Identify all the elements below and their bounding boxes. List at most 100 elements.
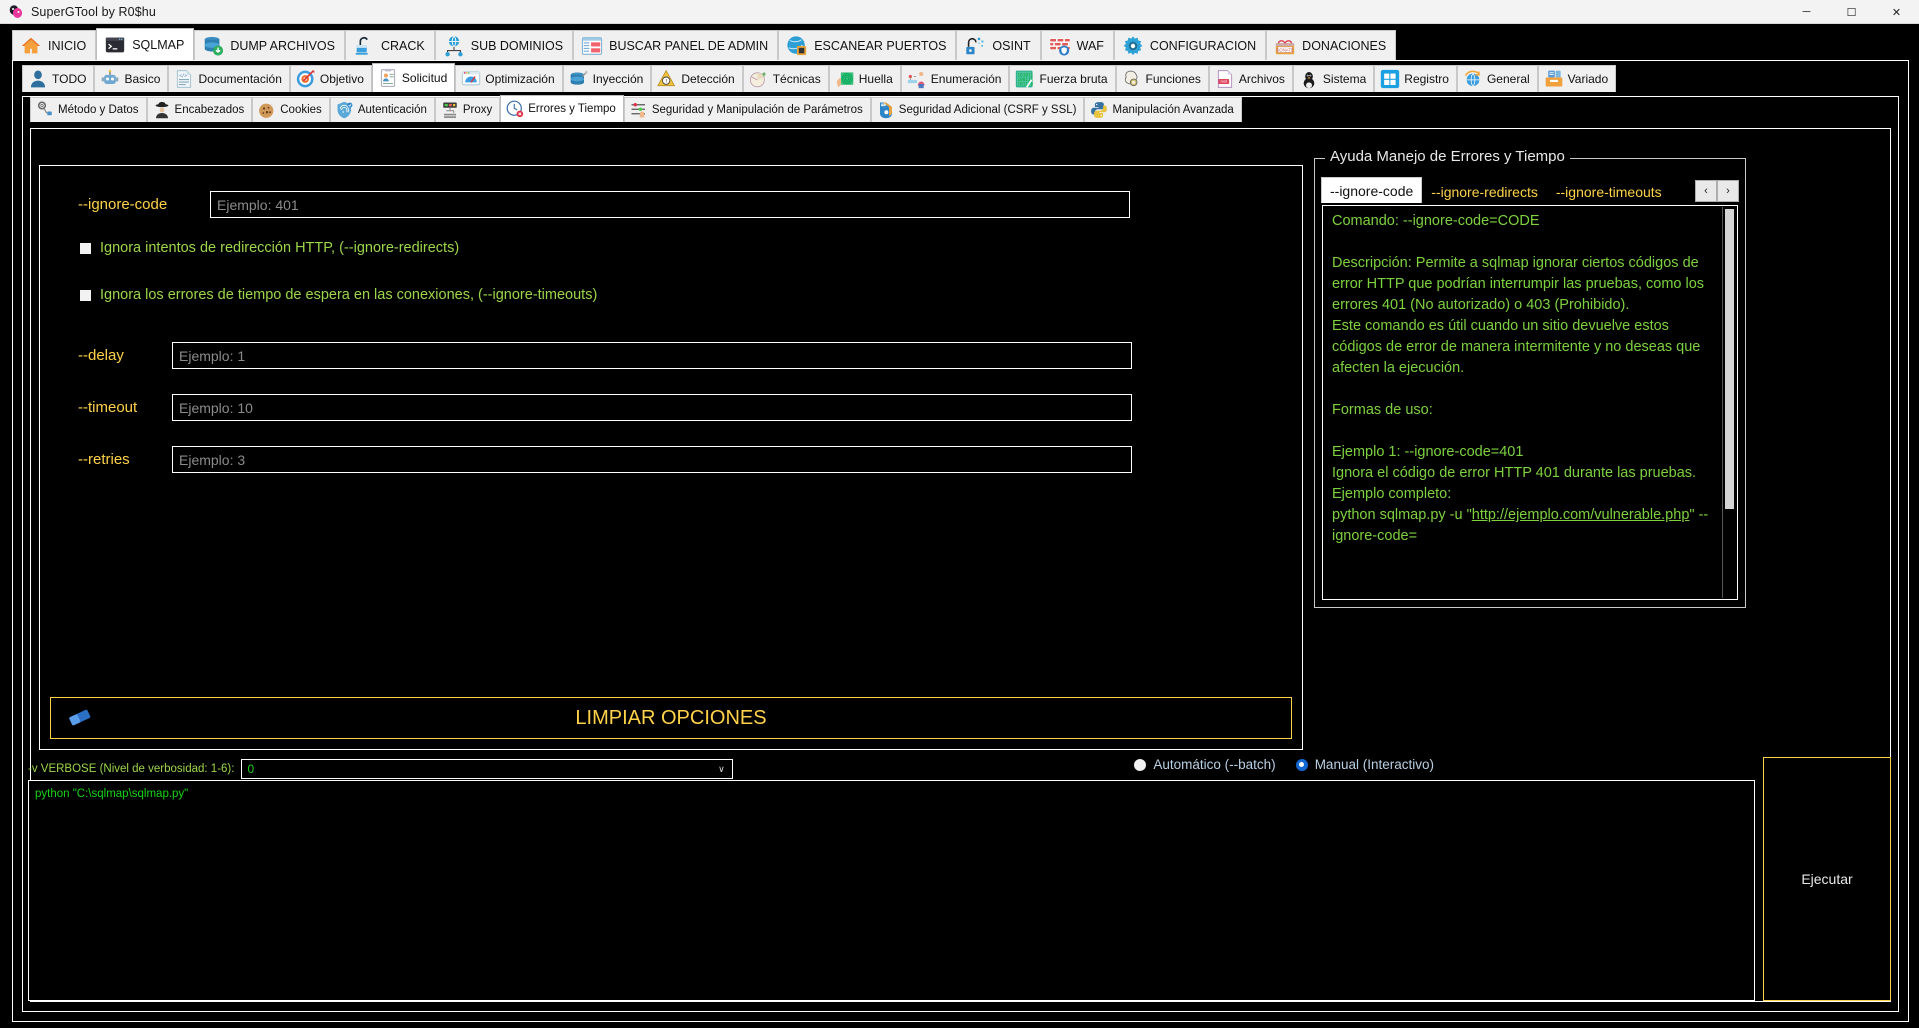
close-button[interactable]: ✕ bbox=[1874, 0, 1919, 24]
tab-sqlmap[interactable]: SQLMAP bbox=[96, 28, 195, 60]
tab-optimizacion[interactable]: Optimización bbox=[455, 65, 563, 92]
document-code-icon: </> bbox=[174, 69, 194, 89]
tab-general[interactable]: General bbox=[1456, 65, 1538, 92]
tab-label: Archivos bbox=[1238, 72, 1285, 86]
subtab-errores-y-tiempo[interactable]: Errores y Tiempo bbox=[500, 95, 624, 122]
tab-fuerza-bruta[interactable]: 101011 100111 101110 Fuerza bruta bbox=[1009, 65, 1116, 92]
chevron-down-icon[interactable]: ∨ bbox=[713, 760, 729, 778]
tab-label: DONACIONES bbox=[1302, 38, 1387, 53]
subtab-manipulacion-avanzada[interactable]: Manipulación Avanzada bbox=[1084, 97, 1242, 122]
clear-options-button[interactable]: LIMPIAR OPCIONES bbox=[50, 697, 1292, 739]
subtab-label: Método y Datos bbox=[58, 104, 139, 116]
app-icon bbox=[8, 4, 24, 20]
radio-automatico-batch[interactable]: Automático (--batch) bbox=[1134, 757, 1276, 772]
tab-tecnicas[interactable]: Técnicas bbox=[742, 65, 829, 92]
help-tab-scroll-next[interactable]: › bbox=[1717, 180, 1739, 202]
help-example-url-link[interactable]: http://ejemplo.com/vulnerable.php bbox=[1472, 507, 1690, 523]
help-text-body: Comando: --ignore-code=CODE Descripción:… bbox=[1323, 206, 1737, 552]
retries-input[interactable] bbox=[172, 446, 1132, 473]
verbose-level-select[interactable]: 0 ∨ bbox=[241, 759, 734, 779]
tab-dump-archivos[interactable]: DUMP ARCHIVOS bbox=[194, 30, 345, 60]
tab-donaciones[interactable]: DONATE DONACIONES bbox=[1266, 30, 1397, 60]
fingerprint-icon bbox=[835, 69, 855, 89]
gear-link-icon bbox=[36, 101, 54, 119]
timeout-input[interactable] bbox=[172, 394, 1132, 421]
subtab-metodo-y-datos[interactable]: Método y Datos bbox=[30, 97, 147, 122]
tab-label: Objetivo bbox=[319, 72, 364, 86]
tab-label: CRACK bbox=[380, 38, 425, 53]
ignore-redirects-checkbox-row[interactable]: Ignora intentos de redirección HTTP, (--… bbox=[80, 240, 459, 256]
cookie-icon bbox=[258, 101, 276, 119]
ignore-redirects-label: Ignora intentos de redirección HTTP, (--… bbox=[100, 240, 460, 256]
maximize-button[interactable]: ☐ bbox=[1829, 0, 1874, 24]
root-file-icon: root bbox=[1215, 69, 1235, 89]
ignore-timeouts-checkbox[interactable] bbox=[80, 289, 91, 301]
tab-inyeccion[interactable]: Inyección bbox=[562, 65, 652, 92]
ignore-timeouts-checkbox-row[interactable]: Ignora los errores de tiempo de espera e… bbox=[80, 287, 597, 303]
tab-objetivo[interactable]: Objetivo bbox=[289, 65, 372, 92]
sub-tabstrip: Método y Datos Encabezados Cookies Auten… bbox=[0, 92, 1919, 122]
clear-options-label: LIMPIAR OPCIONES bbox=[575, 706, 767, 729]
eraser-icon bbox=[59, 707, 101, 729]
execute-button[interactable]: Ejecutar bbox=[1763, 757, 1891, 1001]
tab-sistema[interactable]: Sistema bbox=[1292, 65, 1375, 92]
help-tab-ignore-code[interactable]: --ignore-code bbox=[1321, 177, 1423, 203]
subtab-seguridad-adicional[interactable]: SSL Seguridad Adicional (CSRF y SSL) bbox=[870, 97, 1085, 122]
ignore-code-row: --ignore-code bbox=[78, 191, 1130, 218]
help-scrollbar[interactable] bbox=[1722, 207, 1736, 598]
help-tab-ignore-timeouts[interactable]: --ignore-timeouts bbox=[1546, 180, 1671, 203]
tab-todo[interactable]: TODO bbox=[22, 65, 95, 92]
tab-label: Optimización bbox=[485, 72, 555, 86]
tab-solicitud[interactable]: Solicitud bbox=[371, 63, 456, 92]
verbose-bar: -v VERBOSE (Nivel de verbosidad: 1-6): 0… bbox=[28, 757, 1890, 781]
tab-variado[interactable]: Variado bbox=[1537, 65, 1617, 92]
tab-osint[interactable]: OSINT bbox=[956, 30, 1041, 60]
windows-icon bbox=[1380, 69, 1400, 89]
tab-basico[interactable]: Basico bbox=[94, 65, 169, 92]
ignore-code-input[interactable] bbox=[210, 191, 1130, 218]
tab-crack[interactable]: CRACK bbox=[344, 30, 435, 60]
ignore-redirects-checkbox[interactable] bbox=[80, 242, 91, 254]
help-tab-ignore-redirects[interactable]: --ignore-redirects bbox=[1422, 180, 1547, 203]
database-download-icon bbox=[202, 35, 224, 57]
help-tabstrip: --ignore-code --ignore-redirects --ignor… bbox=[1321, 177, 1739, 203]
tab-configuracion[interactable]: CONFIGURACION bbox=[1113, 30, 1267, 60]
proxy-server-icon bbox=[441, 101, 459, 119]
tab-enumeracion[interactable]: Enumeración bbox=[900, 65, 1010, 92]
subtab-proxy[interactable]: Proxy bbox=[434, 97, 501, 122]
tab-registro[interactable]: Registro bbox=[1374, 65, 1457, 92]
tab-huella[interactable]: Huella bbox=[828, 65, 901, 92]
delay-input[interactable] bbox=[172, 342, 1132, 369]
tab-documentacion[interactable]: </> Documentación bbox=[168, 65, 290, 92]
help-scrollbar-thumb[interactable] bbox=[1725, 209, 1734, 509]
globe-network-icon bbox=[443, 35, 465, 57]
minimize-button[interactable]: ─ bbox=[1784, 0, 1829, 24]
subtab-label: Encabezados bbox=[174, 104, 245, 116]
tab-label: ESCANEAR PUERTOS bbox=[814, 38, 947, 53]
subtab-cookies[interactable]: Cookies bbox=[252, 97, 330, 122]
subtab-label: Proxy bbox=[462, 104, 493, 116]
linux-penguin-icon bbox=[1299, 69, 1319, 89]
tab-label: Solicitud bbox=[401, 71, 448, 85]
help-tab-label: --ignore-redirects bbox=[1431, 183, 1538, 200]
terminal-icon bbox=[104, 34, 126, 56]
tab-label: TODO bbox=[52, 72, 87, 86]
command-console[interactable]: python "C:\sqlmap\sqlmap.py" bbox=[28, 780, 1755, 1001]
subtab-seguridad-manipulacion-parametros[interactable]: Seguridad y Manipulación de Parámetros bbox=[623, 97, 871, 122]
globe-refresh-icon bbox=[1463, 69, 1483, 89]
tab-label: Funciones bbox=[1145, 72, 1201, 86]
radio-manual-interactivo[interactable]: Manual (Interactivo) bbox=[1295, 757, 1434, 772]
subtab-autenticacion[interactable]: Autenticación bbox=[329, 97, 435, 122]
help-tab-scroll-prev[interactable]: ‹ bbox=[1695, 180, 1717, 202]
tab-inicio[interactable]: INICIO bbox=[12, 30, 97, 60]
target-icon bbox=[296, 69, 316, 89]
tab-waf[interactable]: WAF bbox=[1040, 30, 1114, 60]
tab-archivos[interactable]: root Archivos bbox=[1208, 65, 1293, 92]
help-text-panel[interactable]: Comando: --ignore-code=CODE Descripción:… bbox=[1322, 205, 1738, 600]
tab-sub-dominios[interactable]: SUB DOMINIOS bbox=[434, 30, 574, 60]
tab-buscar-panel-admin[interactable]: BUSCAR PANEL DE ADMIN bbox=[573, 30, 779, 60]
tab-escanear-puertos[interactable]: ESCANEAR PUERTOS bbox=[778, 30, 957, 60]
subtab-encabezados[interactable]: Encabezados bbox=[146, 97, 253, 122]
tab-funciones[interactable]: Funciones bbox=[1115, 65, 1209, 92]
tab-deteccion[interactable]: ! Detección bbox=[651, 65, 743, 92]
